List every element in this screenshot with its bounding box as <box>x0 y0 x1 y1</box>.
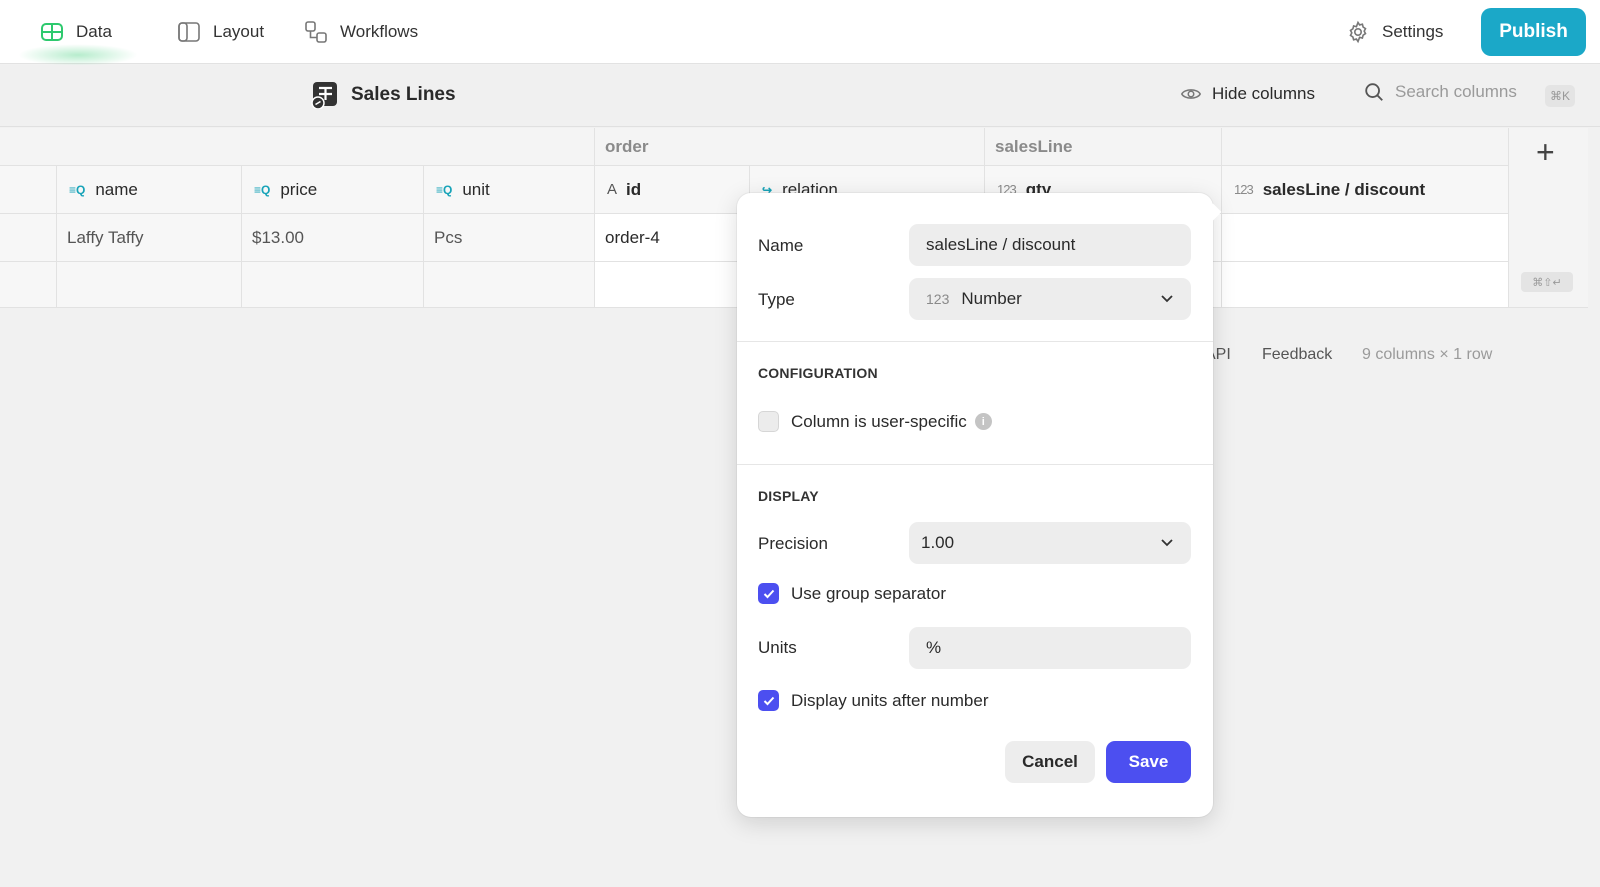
column-label: id <box>626 179 642 199</box>
units-value: % <box>926 638 942 657</box>
new-row-number-cell <box>0 262 57 308</box>
units-after-checkbox[interactable] <box>758 690 779 711</box>
column-header-salesline-discount[interactable]: 123 salesLine / discount <box>1222 166 1509 214</box>
new-row-cell[interactable] <box>424 262 595 308</box>
name-label: Name <box>758 236 804 255</box>
column-header-id[interactable]: A id <box>595 166 750 214</box>
group-header-empty <box>0 128 595 166</box>
units-after-checkbox-row[interactable]: Display units after number <box>758 690 988 711</box>
user-specific-checkbox-row[interactable]: Column is user-specific i <box>758 411 992 432</box>
tab-workflows[interactable]: Workflows <box>304 16 418 48</box>
precision-select[interactable]: 1.00 <box>909 522 1191 564</box>
precision-label: Precision <box>758 534 828 553</box>
search-shortcut-badge: ⌘K <box>1545 85 1575 107</box>
settings-label: Settings <box>1382 22 1444 41</box>
table-cell-discount[interactable] <box>1222 214 1509 262</box>
group-separator-label: Use group separator <box>791 583 946 603</box>
search-columns-placeholder: Search columns <box>1395 82 1517 101</box>
top-bar: Data Layout Workflows Settings Publish <box>0 0 1600 66</box>
lookup-icon: ≡Q <box>436 182 453 197</box>
units-after-label: Display units after number <box>791 690 989 710</box>
publish-button[interactable]: Publish <box>1481 8 1586 56</box>
display-heading: DISPLAY <box>758 488 819 504</box>
table-toolbar: Sales Lines Hide columns Search columns <box>0 65 1600 127</box>
search-columns-input[interactable]: Search columns <box>1363 81 1517 103</box>
new-row-cell[interactable] <box>242 262 424 308</box>
divider <box>737 341 1213 342</box>
search-icon <box>1365 83 1383 101</box>
column-name-input[interactable]: salesLine / discount <box>909 224 1191 266</box>
row-number-header <box>0 166 57 214</box>
column-header-unit[interactable]: ≡Q unit <box>424 166 595 214</box>
lookup-icon: ≡Q <box>254 182 271 197</box>
gear-icon <box>1349 20 1367 44</box>
table-cell-price[interactable]: $13.00 <box>242 214 424 262</box>
grid-size-status: 9 columns × 1 row <box>1362 346 1493 363</box>
save-button[interactable]: Save <box>1106 741 1191 783</box>
tab-data[interactable]: Data <box>40 16 112 48</box>
settings-button[interactable]: Settings <box>1346 16 1443 48</box>
column-label: salesLine / discount <box>1262 179 1426 199</box>
column-header-price[interactable]: ≡Q price <box>242 166 424 214</box>
group-header-salesline: salesLine <box>985 128 1222 166</box>
info-icon[interactable]: i <box>974 413 992 430</box>
table-title-text: Sales Lines <box>351 84 456 105</box>
group-header-empty-2 <box>1222 128 1509 166</box>
cancel-button[interactable]: Cancel <box>1005 741 1095 783</box>
text-icon: A <box>607 181 617 198</box>
new-row-cell[interactable] <box>595 262 750 308</box>
column-label: name <box>95 179 138 199</box>
precision-value: 1.00 <box>921 533 955 552</box>
new-row-cell[interactable] <box>57 262 242 308</box>
table-link-icon <box>311 82 337 109</box>
group-separator-checkbox[interactable] <box>758 583 779 604</box>
units-label: Units <box>758 638 797 657</box>
table-cell-unit[interactable]: Pcs <box>424 214 595 262</box>
layout-icon <box>178 22 200 42</box>
table-title: Sales Lines <box>311 81 456 109</box>
divider <box>737 464 1213 465</box>
workflow-icon <box>305 21 327 43</box>
lookup-icon: ≡Q <box>69 182 86 197</box>
table-icon <box>41 23 63 41</box>
units-input[interactable]: % <box>909 627 1191 669</box>
tab-layout[interactable]: Layout <box>177 16 264 48</box>
add-column-area: + ⌘⇧↵ <box>1509 128 1588 308</box>
type-label: Type <box>758 290 795 309</box>
hide-columns-button[interactable]: Hide columns <box>1180 83 1315 105</box>
tab-data-label: Data <box>76 22 112 41</box>
number-icon: 123 <box>926 291 950 307</box>
configuration-heading: CONFIGURATION <box>758 365 878 381</box>
user-specific-label: Column is user-specific <box>791 411 967 431</box>
add-row-shortcut-badge: ⌘⇧↵ <box>1521 272 1573 292</box>
column-type-select[interactable]: 123 Number <box>909 278 1191 320</box>
add-column-button[interactable]: + <box>1536 136 1555 168</box>
column-name-value: salesLine / discount <box>926 235 1076 254</box>
column-label: price <box>280 179 318 199</box>
tab-layout-label: Layout <box>213 22 265 41</box>
new-row-cell[interactable] <box>1222 262 1509 308</box>
group-header-order: order <box>595 128 985 166</box>
table-cell-name[interactable]: Laffy Taffy <box>57 214 242 262</box>
user-specific-checkbox[interactable] <box>758 411 779 432</box>
check-icon <box>763 589 774 598</box>
column-type-value: Number <box>961 289 1022 308</box>
column-settings-popover: Name salesLine / discount Type 123 Numbe… <box>737 193 1222 817</box>
feedback-link[interactable]: Feedback <box>1262 346 1332 364</box>
number-icon: 123 <box>1234 182 1254 197</box>
table-cell-id[interactable]: order-4 <box>595 214 750 262</box>
chevron-down-icon <box>1161 295 1173 303</box>
chevron-down-icon <box>1161 539 1173 547</box>
check-icon <box>763 696 774 705</box>
row-number-cell <box>0 214 57 262</box>
column-label: unit <box>462 179 490 199</box>
tab-workflows-label: Workflows <box>340 22 419 41</box>
column-header-name[interactable]: ≡Q name <box>57 166 242 214</box>
eye-icon <box>1180 89 1202 99</box>
hide-columns-label: Hide columns <box>1212 84 1315 103</box>
group-separator-checkbox-row[interactable]: Use group separator <box>758 583 946 604</box>
